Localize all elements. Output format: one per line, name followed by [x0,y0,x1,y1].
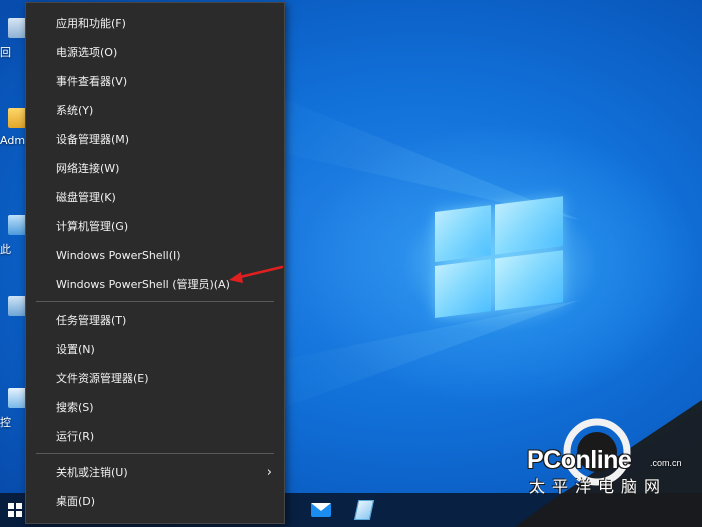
menu-item-system[interactable]: 系统(Y) [26,96,284,125]
logo-pane [495,250,563,311]
logo-pane [495,196,563,255]
start-icon[interactable] [8,503,22,517]
menu-item-computer-management[interactable]: 计算机管理(G) [26,212,284,241]
menu-item-device-manager[interactable]: 设备管理器(M) [26,125,284,154]
menu-separator [36,453,274,454]
menu-item-disk-management[interactable]: 磁盘管理(K) [26,183,284,212]
menu-item-search[interactable]: 搜索(S) [26,393,284,422]
logo-pane [435,259,491,318]
notes-icon[interactable] [344,493,384,527]
menu-separator [36,301,274,302]
menu-item-apps-and-features[interactable]: 应用和功能(F) [26,9,284,38]
menu-item-powershell[interactable]: Windows PowerShell(I) [26,241,284,270]
menu-item-file-explorer[interactable]: 文件资源管理器(E) [26,364,284,393]
menu-item-task-manager[interactable]: 任务管理器(T) [26,306,284,335]
pconline-watermark: PConline .com.cn 太平洋电脑网 [515,400,702,527]
windows-logo-wallpaper [435,176,565,332]
mail-icon[interactable] [301,493,341,527]
logo-pane [435,205,491,262]
watermark-chinese: 太平洋电脑网 [529,477,668,496]
chevron-right-icon: › [266,465,272,480]
menu-item-desktop[interactable]: 桌面(D) [26,487,284,516]
menu-item-network-connections[interactable]: 网络连接(W) [26,154,284,183]
watermark-domain: .com.cn [650,458,682,468]
menu-item-shutdown-or-sign-out[interactable]: 关机或注销(U) › [26,458,284,487]
winx-context-menu: 应用和功能(F) 电源选项(O) 事件查看器(V) 系统(Y) 设备管理器(M)… [25,2,285,524]
menu-item-powershell-admin[interactable]: Windows PowerShell (管理员)(A) [26,270,284,299]
menu-item-label: 关机或注销(U) [56,466,128,479]
menu-item-event-viewer[interactable]: 事件查看器(V) [26,67,284,96]
menu-item-settings[interactable]: 设置(N) [26,335,284,364]
menu-item-power-options[interactable]: 电源选项(O) [26,38,284,67]
watermark-brand: PConline [527,446,632,474]
menu-item-run[interactable]: 运行(R) [26,422,284,451]
